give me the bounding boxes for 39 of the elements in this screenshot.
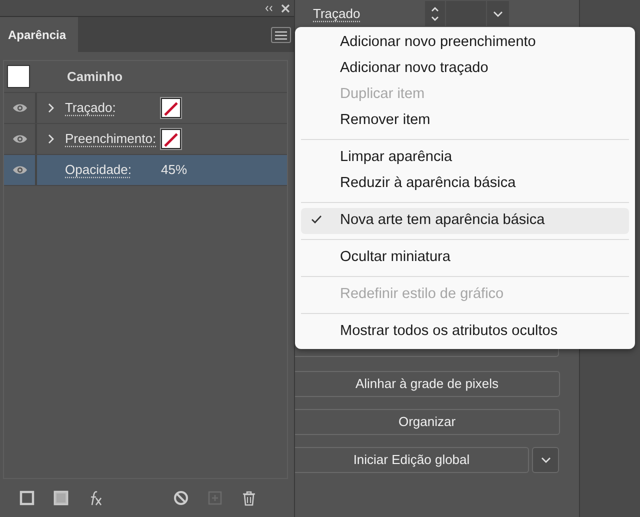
object-thumbnail (7, 65, 30, 88)
fill-icon[interactable] (53, 490, 69, 506)
stroke-label[interactable]: Traçado (313, 4, 425, 24)
menu-item[interactable]: Limpar aparência (301, 145, 629, 171)
attribute-label[interactable]: Preenchimento: (65, 129, 161, 149)
none-swatch[interactable] (161, 129, 181, 149)
action-button[interactable]: Alinhar à grade de pixels (295, 371, 560, 397)
attribute-label[interactable]: Opacidade: (65, 160, 161, 180)
trash-icon[interactable] (241, 490, 257, 506)
menu-item[interactable]: Ocultar miniatura (301, 245, 629, 271)
stroke-icon[interactable] (19, 490, 35, 506)
chevron-down-icon (493, 10, 503, 16)
stroke-weight-field[interactable] (446, 1, 486, 26)
object-title: Caminho (67, 68, 123, 86)
action-button[interactable]: Organizar (295, 409, 560, 435)
menu-item[interactable]: Nova arte tem aparência básica (301, 208, 629, 234)
attribute-label[interactable]: Traçado: (65, 98, 161, 118)
panel-tab[interactable]: Aparência (0, 17, 78, 52)
chevron-down-icon (540, 457, 550, 463)
expand-icon[interactable] (48, 103, 54, 113)
menu-item[interactable]: Mostrar todos os atributos ocultos (301, 319, 629, 345)
menu-icon (275, 30, 287, 40)
menu-item[interactable]: Adicionar novo preenchimento (301, 30, 629, 56)
menu-item[interactable]: Adicionar novo traçado (301, 56, 629, 82)
no-sign-icon[interactable] (173, 490, 189, 506)
expand-icon[interactable] (48, 134, 54, 144)
appearance-row[interactable]: Traçado: (4, 93, 287, 124)
stepper-arrows-icon (430, 4, 440, 22)
close-icon[interactable] (281, 4, 290, 12)
stepper[interactable] (425, 1, 445, 26)
action-button[interactable]: Iniciar Edição global (295, 447, 529, 473)
collapse-icon[interactable] (265, 4, 273, 12)
dropdown-button[interactable] (487, 1, 509, 26)
none-swatch[interactable] (161, 98, 181, 118)
menu-item[interactable]: Reduzir à aparência básica (301, 171, 629, 197)
panel-menu-button[interactable] (271, 27, 291, 43)
appearance-row[interactable]: Opacidade: 45% (4, 155, 287, 186)
menu-item[interactable]: Remover item (301, 108, 629, 134)
attribute-value: 45% (161, 161, 188, 180)
